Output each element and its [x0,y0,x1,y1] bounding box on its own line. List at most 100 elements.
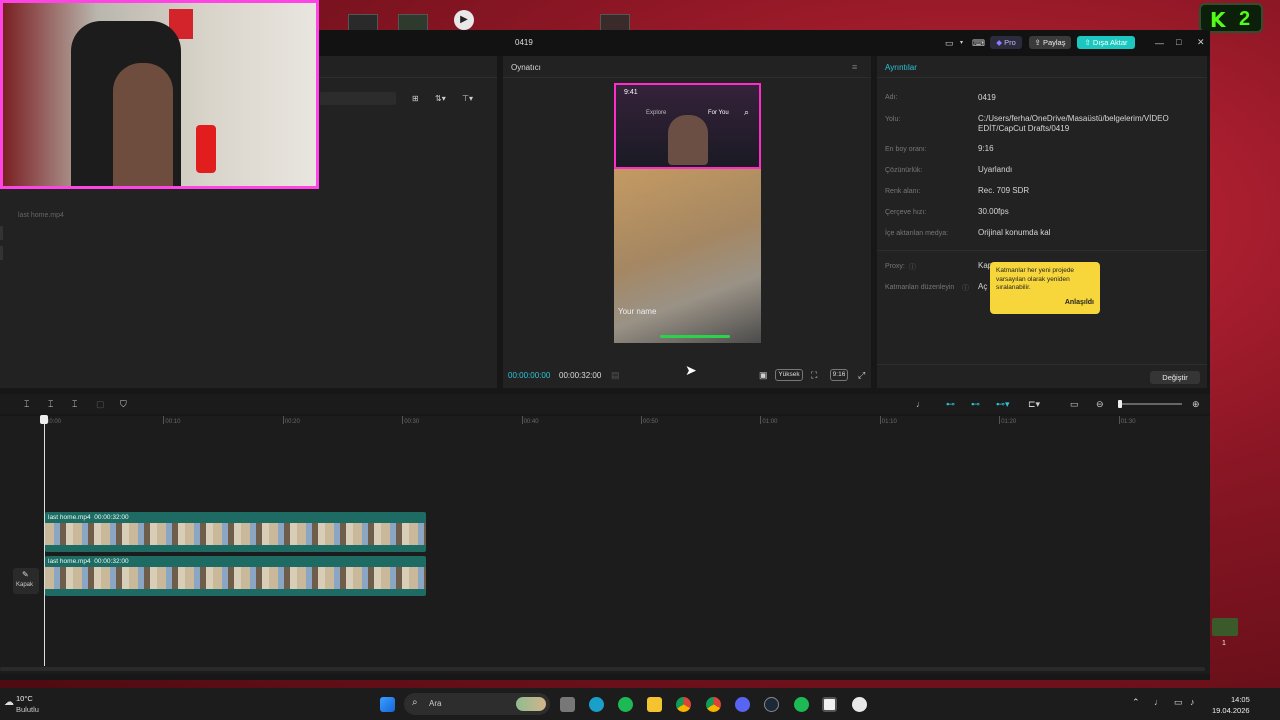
zoom-slider[interactable] [1118,400,1182,408]
playhead-handle[interactable] [40,415,48,424]
task-view-icon[interactable] [560,697,575,712]
split-left-icon[interactable]: ⌶ [48,399,53,409]
player-header: Oynatıcı [503,56,871,78]
maximize-icon[interactable]: □ [1176,37,1181,47]
ruler-tick-label: 00:00 [46,419,62,425]
keyboard-icon[interactable]: ⌨ [972,38,985,48]
shield-icon[interactable]: ⛉ [120,399,127,409]
ruler-tick-label: 01:30 [1120,419,1136,425]
chevron-down-icon[interactable]: ▾ [960,38,963,48]
detail-label-path: Yolu: [885,116,901,123]
side-marker-2 [0,246,3,260]
delete-icon[interactable]: ▢ [96,399,105,409]
split-right-icon[interactable]: ⌶ [72,399,77,409]
chrome-icon[interactable] [676,697,691,712]
tray-date[interactable]: 19.04.2026 [1212,706,1250,715]
weather-desc[interactable]: Bulutlu [16,705,39,714]
tooltip-ok-button[interactable]: Anlaşıldı [1065,299,1094,306]
taskbar-search[interactable]: ⌕ Ara [404,693,550,715]
ruler-tick [282,416,284,424]
sort-icon[interactable]: ⇅▾ [435,94,446,104]
layers-label: Katmanları düzenleyin [885,284,955,291]
ruler-tick [641,416,642,424]
microphone-icon[interactable]: ♩ [916,399,925,409]
timeline-clip-1[interactable]: last home.mp4 00:00:32:00 [45,512,426,552]
webcam-mic [196,125,216,173]
timeline-view-icon[interactable]: ▤ [611,370,620,380]
weather-temp[interactable]: 10°C [16,694,33,703]
ruler-tick [760,416,762,424]
ruler-tick [999,416,1001,424]
zoom-slider-handle[interactable] [1118,400,1122,408]
media-file-label[interactable]: last home.mp4 [18,212,64,219]
timeline-area: 00:00 00:10 00:20 00:30 00:40 00:50 01:00 01:10… [0,415,1210,674]
detail-label-framerate: Çerçeve hızı: [885,209,927,216]
share-button[interactable]: ⇪ Paylaş [1029,36,1071,49]
tray-chevron-up-icon[interactable]: ⌃ [1132,697,1140,708]
layers-info-icon: ⓘ [962,285,969,292]
ruler-tick-label: 00:50 [643,419,659,425]
fit-icon[interactable]: ⛶ [811,370,817,380]
snapshot-icon[interactable]: ▣ [759,370,768,380]
menu-icon[interactable]: ≡ [852,62,857,72]
phone-time: 9:41 [624,89,638,96]
zoom-in-icon[interactable]: ⊕ [1192,399,1200,409]
play-icon[interactable]: ▶ [454,10,474,30]
search-highlight-icon [516,697,546,711]
tray-app-icon[interactable] [1212,618,1238,636]
filter-icon[interactable]: ⊤▾ [462,94,473,104]
file-explorer-icon[interactable] [647,697,662,712]
layers-value[interactable]: Aç [978,282,987,292]
media-search-input[interactable] [320,92,396,105]
cover-button[interactable]: ✎ Kapak [13,568,39,594]
detail-label-ratio: En boy oranı: [885,146,927,153]
close-icon[interactable]: ✕ [1197,37,1205,47]
ratio-button[interactable]: 9:16 [830,369,848,381]
proxy-label: Proxy: [885,263,905,270]
select-icon[interactable]: ⌶ [24,399,29,409]
detail-value-resolution: Uyarlandı [978,165,1013,174]
link-icon-1[interactable]: ⊷ [946,399,955,409]
modify-button[interactable]: Değiştir [1150,371,1200,384]
zoom-out-icon[interactable]: ⊖ [1096,399,1104,409]
caption-icon[interactable]: ▭ [1070,399,1079,409]
timeline-clip-2[interactable]: last home.mp4 00:00:32:00 [45,556,426,596]
discord-icon[interactable] [735,697,750,712]
ruler-tick [521,416,523,424]
chrome-profile-icon[interactable] [706,697,721,712]
detail-value-import: Orijinal konumda kal [978,228,1051,237]
tray-mic-icon[interactable]: ♩ [1154,697,1163,707]
weather-icon: ☁ [4,697,14,708]
minimize-icon[interactable]: — [1155,38,1164,48]
grid-view-icon[interactable]: ⊞ [412,94,419,104]
tray-volume-icon[interactable]: ♪ [1190,697,1195,707]
detail-label-colorspace: Renk alanı: [885,188,921,195]
media-player-icon[interactable] [852,697,867,712]
side-marker-1 [0,226,3,240]
link-icon-2[interactable]: ⊷ [971,399,980,409]
video-preview[interactable]: 9:41 Explore For You ⌕ Your name [614,83,761,343]
total-time: 00:00:32:00 [559,371,602,380]
tooltip-text: Katmanlar her yeni projede varsayılan ol… [996,267,1075,291]
layout-icon[interactable]: ▭ [945,38,954,48]
export-button[interactable]: ⇧ Dışa Aktar [1077,36,1135,49]
preview-axis-icon[interactable]: ⊏▾ [1028,399,1040,409]
clip-1-label: last home.mp4 00:00:32:00 [48,514,129,521]
fullscreen-icon[interactable]: ⤢ [858,370,865,380]
detail-label-import: İçe aktarılan medya: [885,230,949,237]
tray-time[interactable]: 14:05 [1231,695,1250,704]
spotify-icon-2[interactable] [794,697,809,712]
quality-button[interactable]: Yüksek [775,369,803,381]
spotify-icon[interactable] [618,697,633,712]
timeline-scrollbar[interactable] [0,667,1205,671]
pro-button[interactable]: ◆ Pro [990,36,1022,49]
edge-icon[interactable] [589,697,604,712]
phone-search-icon: ⌕ [744,107,750,117]
windows-start-icon[interactable] [380,697,395,712]
link-icon-3[interactable]: ⊷▾ [996,399,1010,409]
ruler-tick-label: 00:10 [165,419,181,425]
steam-icon[interactable] [764,697,779,712]
capcut-icon[interactable] [822,697,837,712]
player-title: Oynatıcı [511,63,541,72]
tray-network-icon[interactable]: ▭ [1174,697,1183,708]
